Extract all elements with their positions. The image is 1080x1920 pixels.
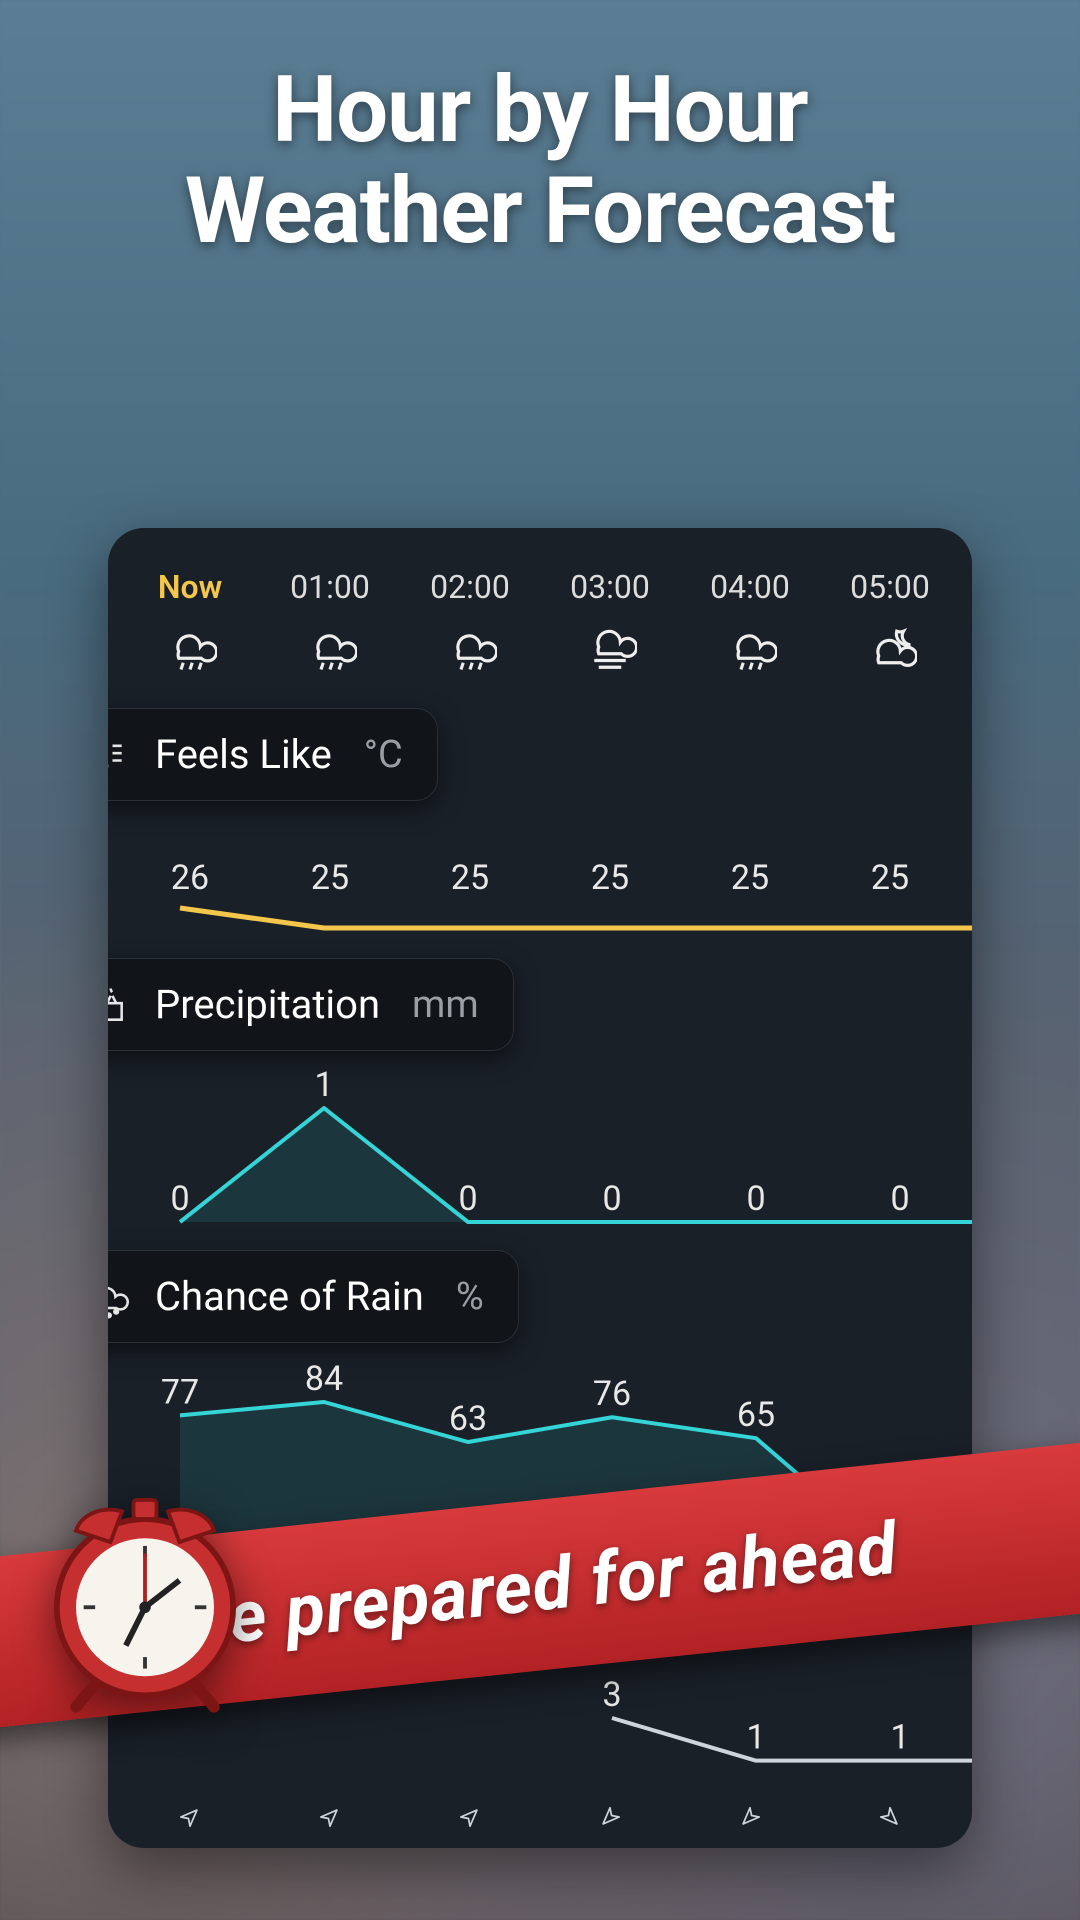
wind-direction-arrow-icon <box>737 1804 763 1830</box>
svg-text:0: 0 <box>602 1179 621 1219</box>
svg-text:0: 0 <box>746 1179 765 1219</box>
feels-like-value: 25 <box>451 858 489 898</box>
svg-text:1: 1 <box>314 1068 333 1105</box>
svg-text:0: 0 <box>170 1179 189 1219</box>
feels-like-pill[interactable]: Feels Like °C <box>108 708 438 801</box>
wind-direction-arrow-icon <box>317 1804 343 1830</box>
wind-direction-arrow-icon <box>177 1804 203 1830</box>
rain-chance-icon <box>108 1275 129 1319</box>
feels-like-unit: °C <box>364 733 403 777</box>
hour-label: 01:00 <box>290 568 370 606</box>
feels-like-value: 25 <box>871 858 909 898</box>
feels-like-value: 26 <box>171 858 209 898</box>
svg-text:84: 84 <box>305 1359 343 1399</box>
feels-like-value: 25 <box>311 858 349 898</box>
precipitation-chart: 0 1 0 0 0 0 <box>108 1068 972 1228</box>
hour-label: 05:00 <box>850 568 930 606</box>
feels-like-label: Feels Like <box>155 731 332 778</box>
hour-label: 04:00 <box>710 568 790 606</box>
wind-direction-row <box>108 1804 972 1830</box>
wind-direction-arrow-icon <box>877 1804 903 1830</box>
precipitation-icon <box>108 983 129 1027</box>
precipitation-label: Precipitation <box>155 981 380 1028</box>
feels-like-value: 25 <box>731 858 769 898</box>
hour-column[interactable]: 05:00 <box>820 568 960 674</box>
drizzle-icon <box>163 620 217 674</box>
chance-of-rain-label: Chance of Rain <box>155 1273 424 1320</box>
promo-banner-text: Be prepared for ahead <box>179 1505 902 1665</box>
svg-text:63: 63 <box>449 1399 487 1439</box>
wind-direction-arrow-icon <box>597 1804 623 1830</box>
svg-text:65: 65 <box>737 1395 775 1435</box>
alarm-clock-icon <box>30 1460 260 1720</box>
hour-column[interactable]: 03:00 <box>540 568 680 674</box>
hour-label: Now <box>158 568 222 606</box>
svg-text:76: 76 <box>593 1374 631 1414</box>
drizzle-icon <box>443 620 497 674</box>
hour-label: 03:00 <box>570 568 650 606</box>
promo-headline: Hour by Hour Weather Forecast <box>0 60 1080 262</box>
feels-like-line <box>108 898 972 938</box>
svg-text:0: 0 <box>458 1179 477 1219</box>
drizzle-icon <box>723 620 777 674</box>
fog-icon <box>583 620 637 674</box>
feels-like-chart: 26 25 25 25 25 25 <box>108 858 972 938</box>
precipitation-line: 0 1 0 0 0 0 <box>108 1068 972 1228</box>
feels-like-values: 26 25 25 25 25 25 <box>108 858 972 898</box>
svg-text:3: 3 <box>602 1678 621 1715</box>
hour-column[interactable]: 02:00 <box>400 568 540 674</box>
svg-text:1: 1 <box>746 1718 765 1758</box>
svg-text:77: 77 <box>161 1372 199 1412</box>
drizzle-icon <box>303 620 357 674</box>
hour-column[interactable]: 01:00 <box>260 568 400 674</box>
headline-line-2: Weather Forecast <box>0 161 1080 262</box>
thermometer-icon <box>108 733 129 777</box>
hour-label: 02:00 <box>430 568 510 606</box>
chance-of-rain-unit: % <box>456 1275 484 1319</box>
feels-like-value: 25 <box>591 858 629 898</box>
hours-header-row: Now 01:00 02:00 03:00 04:00 05:00 <box>108 568 972 674</box>
svg-text:0: 0 <box>890 1179 909 1219</box>
precipitation-unit: mm <box>412 983 479 1027</box>
svg-text:1: 1 <box>890 1718 909 1758</box>
precipitation-pill[interactable]: Precipitation mm <box>108 958 514 1051</box>
wind-direction-arrow-icon <box>457 1804 483 1830</box>
chance-of-rain-pill[interactable]: Chance of Rain % <box>108 1250 519 1343</box>
cloud-night-icon <box>863 620 917 674</box>
hour-column[interactable]: Now <box>120 568 260 674</box>
hour-column[interactable]: 04:00 <box>680 568 820 674</box>
headline-line-1: Hour by Hour <box>0 60 1080 161</box>
